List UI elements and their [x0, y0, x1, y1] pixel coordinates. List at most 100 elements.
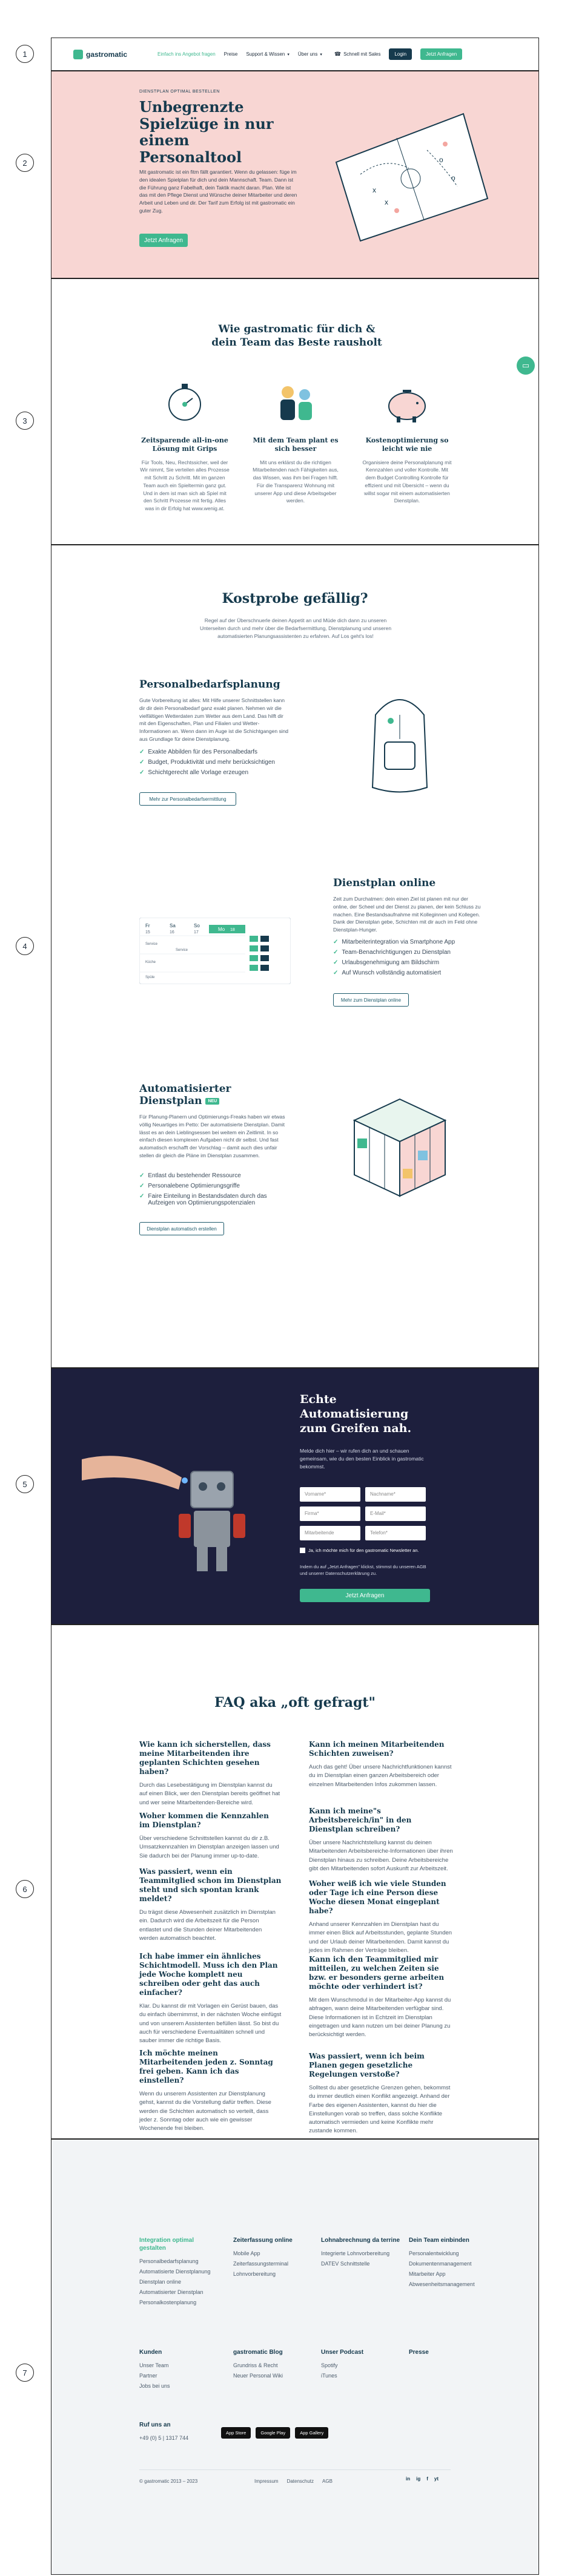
faq-item[interactable]: Ich möchte meinen Mitarbeitenden jeden z… [139, 2049, 282, 2133]
hero-title: Unbegrenzte Spielzüge in nur einem Perso… [139, 98, 274, 166]
footer-link[interactable]: Personalentwicklung [409, 2250, 488, 2256]
faq-answer: Über verschiedene Schnittstellen kannst … [139, 1835, 279, 1859]
footer-heading: Dein Team einbinden [409, 2237, 469, 2244]
terms-link[interactable]: AGB [322, 2479, 333, 2484]
benefit-title: Zeitsparende all-in-one Lösung mit Grips [141, 436, 228, 453]
email-input[interactable]: E-Mail* [365, 1506, 426, 1521]
footer-link[interactable]: Abwesenheitsmanagement [409, 2281, 488, 2287]
footer-link[interactable]: DATEV Schnittstelle [321, 2261, 400, 2267]
faq-item[interactable]: Was passiert, wenn ich beim Planen gegen… [309, 2052, 454, 2136]
app-store-badge[interactable]: App Store [221, 2427, 251, 2439]
footer-link[interactable]: Grundriss & Recht [233, 2362, 306, 2368]
logo[interactable]: gastromatic [73, 49, 128, 59]
calendar-row: Spüle [145, 976, 155, 979]
feature-button[interactable]: Mehr zur Personalbedarfsermittlung [139, 792, 236, 806]
nav-item-offer[interactable]: Einfach ins Angebot fragen [157, 51, 216, 57]
instagram-icon[interactable]: ig [416, 2476, 420, 2482]
footer-link[interactable]: Neuer Personal Wiki [233, 2373, 306, 2379]
footer-phone[interactable]: +49 (0) 5 | 1317 744 [139, 2435, 188, 2441]
imprint-link[interactable]: Impressum [254, 2479, 279, 2484]
logo-icon [73, 49, 83, 59]
svg-text:o: o [439, 156, 443, 164]
footer-link[interactable]: Mitarbeiter App [409, 2271, 488, 2277]
social-links: in ig f yt [406, 2476, 439, 2482]
facebook-icon[interactable]: f [426, 2476, 428, 2482]
footer-link[interactable]: Spotify [321, 2362, 394, 2368]
footer-link[interactable]: Dokumentenmanagement [409, 2261, 488, 2267]
nav-item-about[interactable]: Über uns [298, 51, 317, 57]
hero-cta-button[interactable]: Jetzt Anfragen [139, 234, 188, 247]
logo-text: gastromatic [86, 50, 128, 59]
newsletter-checkbox[interactable] [300, 1548, 305, 1553]
list-item: ✓ Urlaubsgenehmigung am Bildschirm [333, 959, 440, 966]
benefit-text: Mit uns erklärst du die richtigen Mitarb… [253, 459, 339, 504]
privacy-link[interactable]: Datenschutz [287, 2479, 314, 2484]
faq-item[interactable]: Kann ich meinen Mitarbeitenden Schichten… [309, 1740, 454, 1789]
footer-link[interactable]: Partner [139, 2373, 212, 2379]
calendar-day: Fr [145, 923, 150, 928]
chevron-down-icon: ▾ [287, 52, 290, 57]
google-play-badge[interactable]: Google Play [256, 2427, 291, 2439]
features-intro: Regel auf der Überschnuerle deinen Appet… [199, 617, 392, 640]
footer-link[interactable]: Integrierte Lohnvorbereitung [321, 2250, 400, 2256]
footer-link[interactable]: iTunes [321, 2373, 394, 2379]
list-item: ✓ Schichtgerecht alle Vorlage erzeugen [139, 769, 249, 776]
company-input[interactable]: Firma* [300, 1506, 360, 1521]
youtube-icon[interactable]: yt [434, 2476, 439, 2482]
faq-item[interactable]: Kann ich den Teammitglied mir mitteilen,… [309, 1955, 454, 2039]
check-icon: ✓ [139, 759, 145, 766]
backpack-illustration [371, 699, 428, 793]
faq-item[interactable]: Kann ich meine"s Arbeitsbereich/in" in d… [309, 1807, 454, 1873]
calendar-row: Service [176, 948, 188, 952]
check-icon: ✓ [333, 970, 339, 976]
faq-item[interactable]: Ich habe immer ein ähnliches Schichtmode… [139, 1952, 282, 2045]
phone-icon: ☎ [334, 51, 342, 57]
nav-cta-button[interactable]: Jetzt Anfragen [420, 48, 463, 60]
footer-link[interactable]: Mobile App [233, 2250, 306, 2256]
last-name-input[interactable]: Nachname* [365, 1487, 426, 1502]
features-frame: Kostprobe gefällig? Regel auf der Übersc… [51, 545, 539, 1368]
footer-link[interactable]: Jobs bei uns [139, 2383, 212, 2389]
nav-item-support[interactable]: Support & Wissen [246, 51, 285, 57]
footer-link[interactable]: Automatisierter Dienstplan [139, 2289, 218, 2295]
calendar-row: Service [145, 942, 158, 946]
chat-widget-button[interactable]: ▭ [517, 356, 535, 375]
sales-link[interactable]: Schnell mit Sales [343, 51, 380, 57]
list-item: ✓ Team-Benachrichtigungen zu Dienstplan [333, 949, 451, 956]
phone-input[interactable]: Telefon* [365, 1526, 426, 1540]
contact-submit-button[interactable]: Jetzt Anfragen [300, 1589, 430, 1602]
hero-frame: DIENSTPLAN OPTIMAL BESTELLEN Unbegrenzte… [51, 71, 539, 278]
app-store-badges: App Store Google Play App Gallery [221, 2427, 329, 2439]
faq-question: Kann ich meine"s Arbeitsbereich/in" in d… [309, 1807, 412, 1833]
footer-link[interactable]: Lohnvorbereitung [233, 2271, 306, 2277]
faq-item[interactable]: Woher kommen die Kennzahlen im Dienstpla… [139, 1812, 282, 1861]
faq-item[interactable]: Woher weiß ich wie viele Stunden oder Ta… [309, 1879, 454, 1955]
features-title: Kostprobe gefällig? [222, 591, 368, 606]
login-button[interactable]: Login [389, 48, 412, 60]
new-badge: NEU [205, 1097, 220, 1105]
contact-title: Echte Automatisierung zum Greifen nah. [300, 1393, 412, 1435]
faq-item[interactable]: Was passiert, wenn ein Teammitglied scho… [139, 1867, 282, 1943]
first-name-input[interactable]: Vorname* [300, 1487, 360, 1502]
footer-link[interactable]: Personalbedarfsplanung [139, 2258, 218, 2264]
section-number-4: 4 [16, 937, 34, 955]
footer-link[interactable]: Zeiterfassungsterminal [233, 2261, 306, 2267]
footer-link[interactable]: Automatisierte Dienstplanung [139, 2269, 218, 2275]
faq-item[interactable]: Wie kann ich sicherstellen, dass meine M… [139, 1740, 282, 1807]
footer-link[interactable]: Unser Team [139, 2362, 212, 2368]
rubiks-cube-illustration [353, 1098, 447, 1197]
faq-answer: Du trägst diese Abwesenheit zusätzlich i… [139, 1909, 276, 1942]
employees-input[interactable]: Mitarbeitende [300, 1526, 360, 1540]
faq-answer: Mit dem Wunschmodul in der Mitarbeiter-A… [309, 1997, 451, 2038]
linkedin-icon[interactable]: in [406, 2476, 410, 2482]
section-number-6: 6 [16, 1880, 34, 1898]
benefit-title: Mit dem Team plant es sich besser [253, 436, 339, 453]
footer-link[interactable]: Personalkostenplanung [139, 2299, 218, 2305]
footer-link[interactable]: Dienstplan online [139, 2279, 218, 2285]
contact-frame: Echte Automatisierung zum Greifen nah. M… [51, 1368, 539, 1625]
footer-heading: Presse [409, 2349, 429, 2356]
feature-button[interactable]: Mehr zum Dienstplan online [333, 993, 409, 1007]
app-gallery-badge[interactable]: App Gallery [295, 2427, 329, 2439]
feature-button[interactable]: Dienstplan automatisch erstellen [139, 1222, 224, 1235]
nav-item-prices[interactable]: Preise [224, 51, 238, 57]
